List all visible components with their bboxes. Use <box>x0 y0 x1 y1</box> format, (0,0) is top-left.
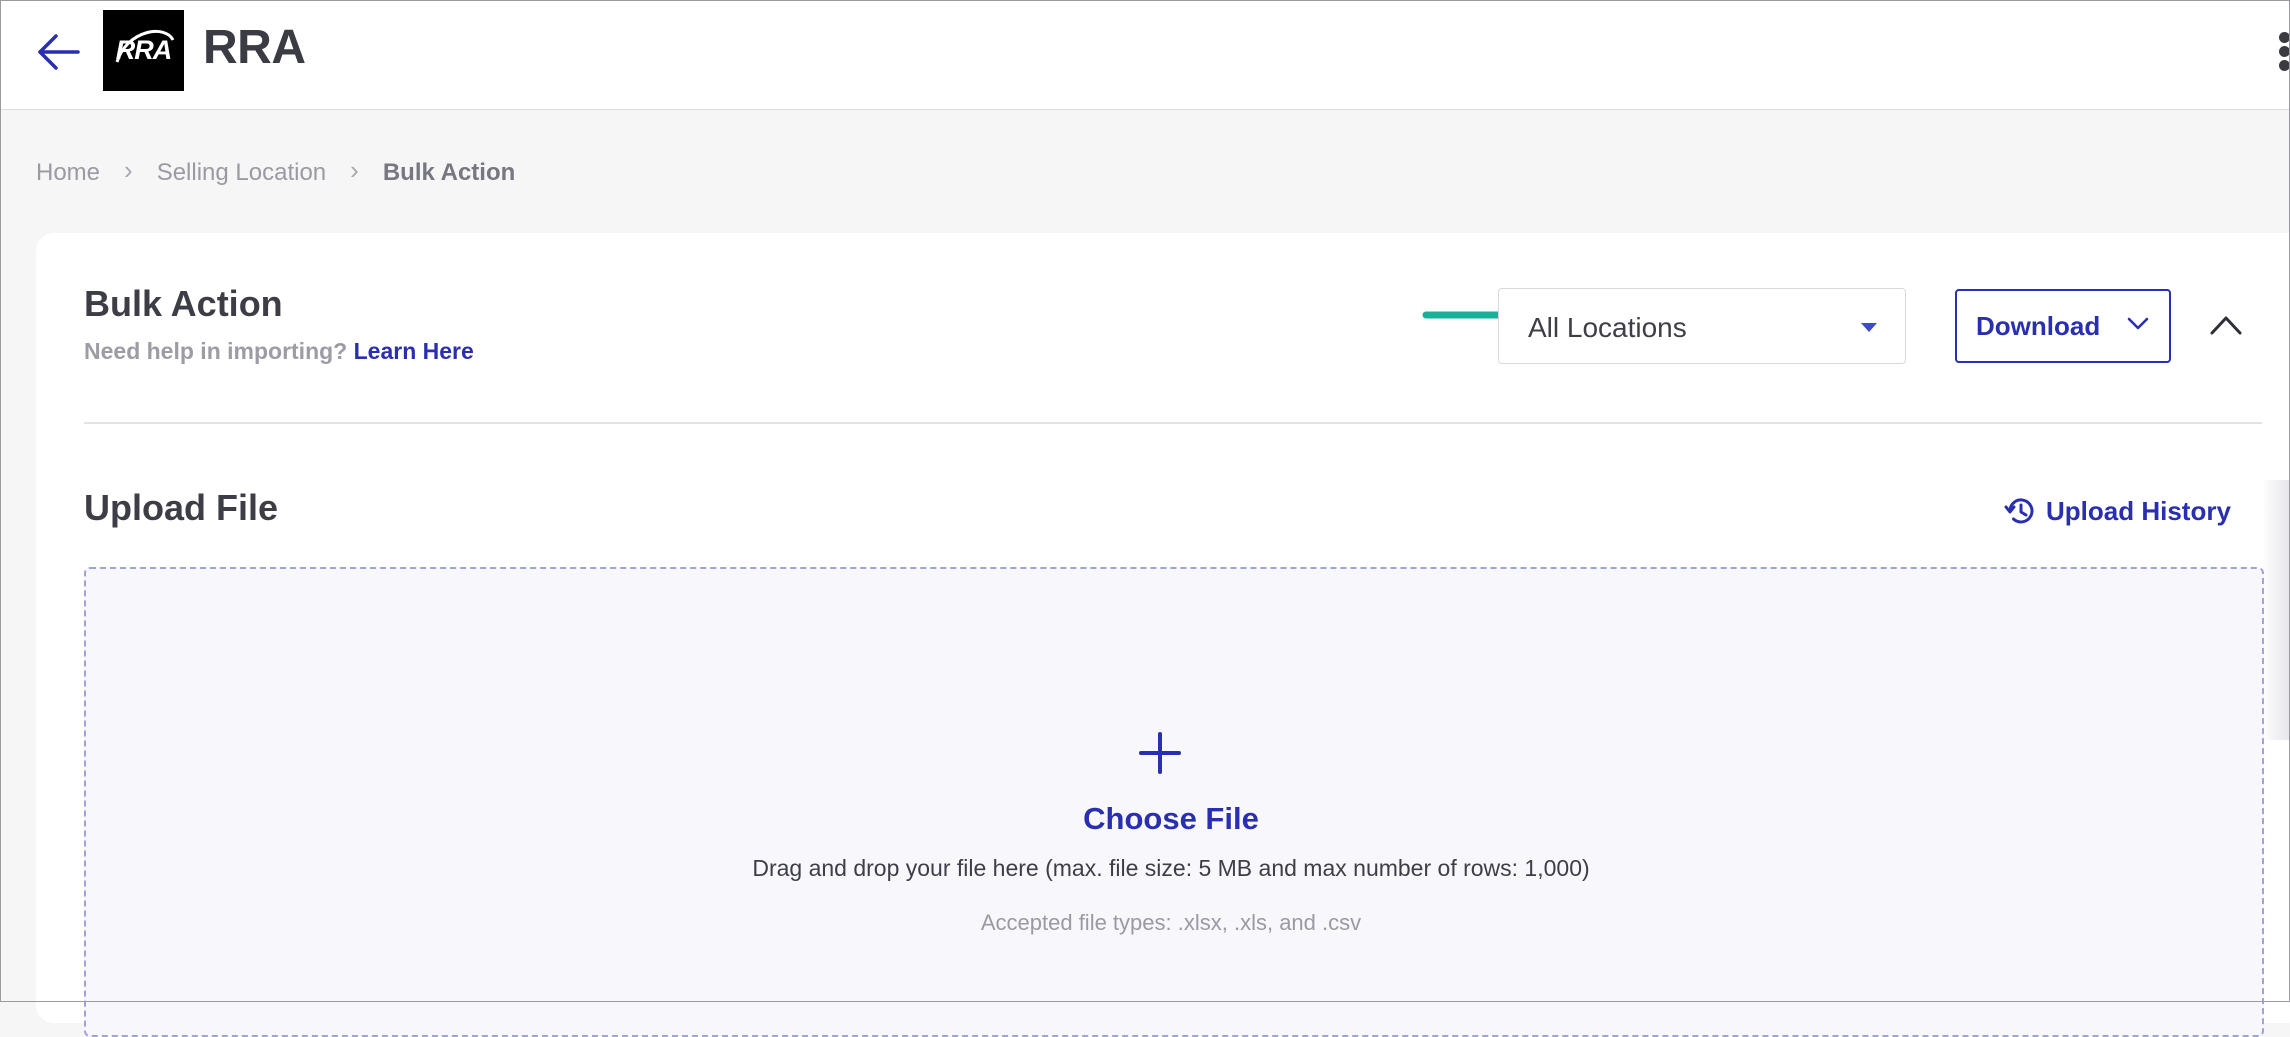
history-icon <box>2004 498 2034 524</box>
learn-here-link[interactable]: Learn Here <box>354 338 474 364</box>
logo-swoosh-icon <box>115 30 175 63</box>
breadcrumb: Home › Selling Location › Bulk Action <box>36 155 516 188</box>
upload-file-title: Upload File <box>84 487 279 528</box>
location-select-value: All Locations <box>1528 312 1687 343</box>
app-logo: RRA <box>103 10 184 91</box>
accepted-file-types: Accepted file types: .xlsx, .xls, and .c… <box>980 910 1362 935</box>
breadcrumb-separator: › <box>124 155 133 185</box>
bulk-action-card: Bulk Action Need help in importing? Lear… <box>36 233 2290 1037</box>
choose-file-button[interactable]: Choose File <box>36 801 2290 837</box>
more-vertical-icon-dot <box>2279 46 2290 57</box>
location-select[interactable]: All Locations <box>1498 288 1906 364</box>
download-button[interactable]: Download <box>1955 289 2171 363</box>
app-title: RRA <box>203 21 306 74</box>
arrow-left-icon <box>38 34 80 70</box>
upload-history-label: Upload History <box>2046 495 2231 526</box>
drag-drop-instructions: Drag and drop your file here (max. file … <box>752 855 1590 881</box>
chevron-up-icon[interactable] <box>2209 313 2243 337</box>
scroll-shadow <box>2262 480 2290 740</box>
download-button-label: Download <box>1976 311 2101 341</box>
page-title: Bulk Action <box>84 283 283 324</box>
breadcrumb-separator: › <box>350 155 359 185</box>
top-bar: RRA RRA <box>0 0 2290 110</box>
caret-down-icon <box>1861 323 1877 332</box>
breadcrumb-home[interactable]: Home <box>36 159 100 187</box>
section-divider <box>84 422 2262 424</box>
help-text: Need help in importing? Learn Here <box>84 338 474 365</box>
upload-history-link[interactable]: Upload History <box>2004 495 2231 527</box>
help-text-label: Need help in importing? <box>84 338 348 364</box>
breadcrumb-bulk-action: Bulk Action <box>382 158 516 186</box>
more-vertical-icon <box>2279 32 2290 43</box>
plus-icon[interactable] <box>1138 731 1182 775</box>
more-menu-button[interactable] <box>2272 26 2290 76</box>
more-vertical-icon-dot <box>2279 60 2290 71</box>
chevron-down-icon <box>2127 317 2149 330</box>
back-button[interactable] <box>34 30 82 74</box>
breadcrumb-selling-location[interactable]: Selling Location <box>157 159 326 187</box>
